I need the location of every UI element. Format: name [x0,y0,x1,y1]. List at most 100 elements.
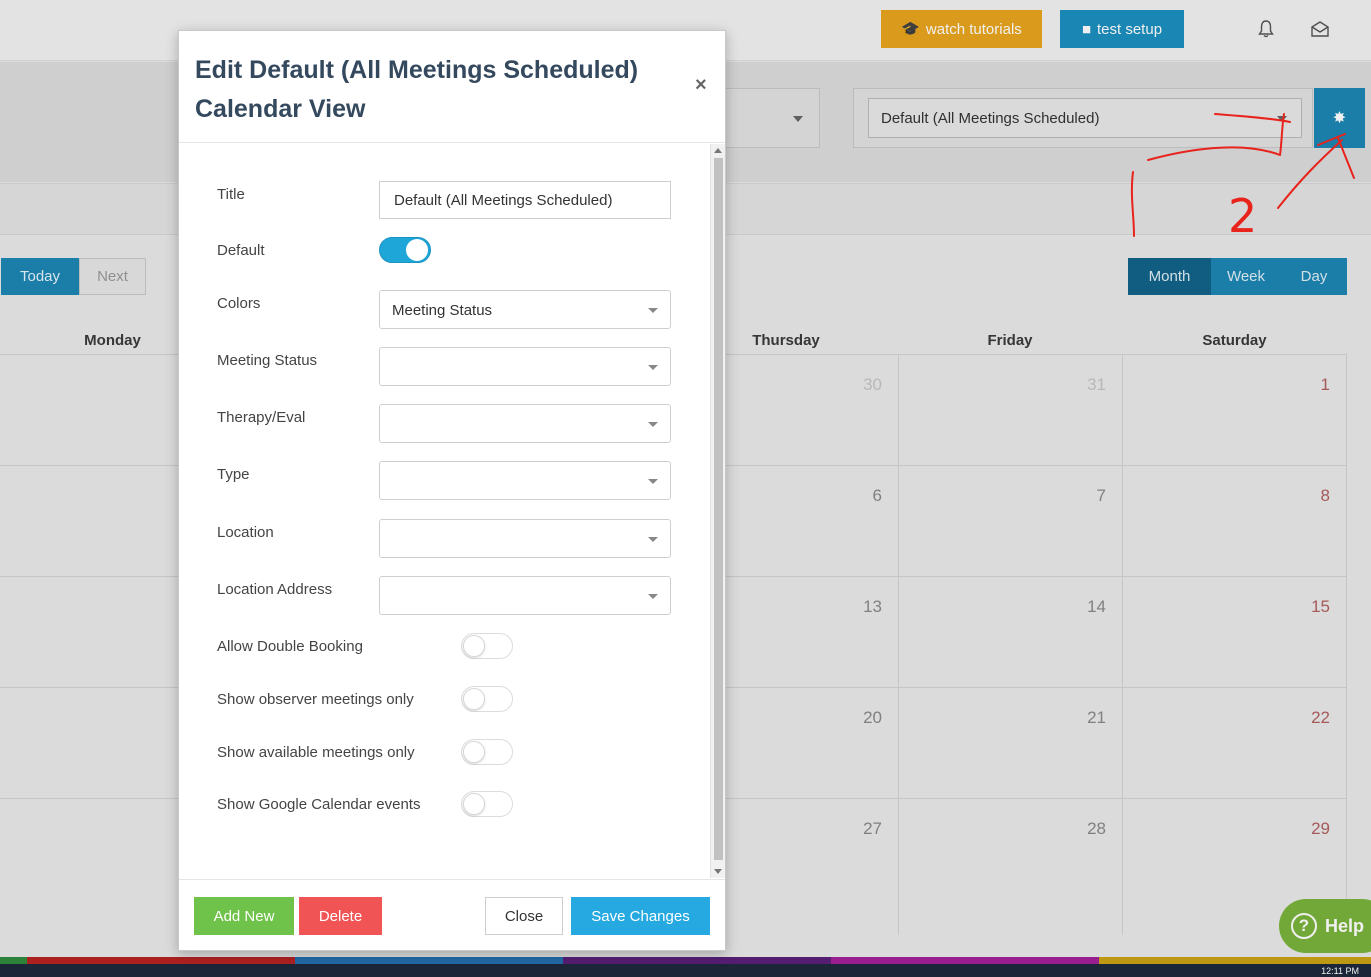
colors-value: Meeting Status [392,302,493,319]
date-number: 7 [1096,486,1106,505]
modal-footer: Add New Delete Close Save Changes [179,879,725,951]
tab-day[interactable]: Day [1281,258,1347,295]
title-input[interactable] [379,181,671,219]
modal-scrollbar[interactable] [710,144,725,878]
toggle-knob [463,741,485,763]
date-number: 20 [863,708,882,727]
day-cell[interactable]: 22 [1122,688,1347,799]
chevron-down-icon [648,422,658,427]
double-booking-label: Allow Double Booking [217,638,363,655]
chevron-down-icon [648,537,658,542]
view-settings-button[interactable]: ✸ [1314,88,1365,148]
therapy-eval-select[interactable] [379,404,671,443]
calendar-view-value: Default (All Meetings Scheduled) [881,110,1100,127]
envelope-icon[interactable] [1310,18,1330,40]
scroll-down-icon[interactable] [714,869,722,874]
day-cell[interactable]: 8 [1122,466,1347,577]
chevron-down-icon [648,365,658,370]
question-mark-icon: ? [1291,913,1317,939]
location-select[interactable] [379,519,671,558]
date-number: 31 [1087,375,1106,394]
clock: 12:11 PM [1321,966,1359,976]
color-legend-strip [0,957,1371,964]
calendar-view-select[interactable]: Default (All Meetings Scheduled) [868,98,1302,138]
location-address-select[interactable] [379,576,671,615]
bell-icon[interactable] [1256,18,1276,40]
next-button[interactable]: Next [79,258,146,295]
scroll-thumb[interactable] [714,158,723,860]
add-new-button[interactable]: Add New [194,897,294,935]
date-number: 22 [1311,708,1330,727]
chevron-down-icon [648,308,658,313]
test-setup-button[interactable]: ■ test setup [1060,10,1184,48]
colors-label: Colors [217,295,261,312]
date-number: 8 [1320,486,1330,505]
toggle-knob [463,793,485,815]
day-cell[interactable]: 21 [898,688,1122,799]
meeting-status-select[interactable] [379,347,671,386]
view-tabs: Month Week Day [1128,258,1347,295]
video-camera-icon: ■ [1081,20,1091,38]
day-cell[interactable]: 31 [898,355,1122,466]
date-number: 27 [863,819,882,838]
day-cell[interactable]: 14 [898,577,1122,688]
date-number: 28 [1087,819,1106,838]
day-cell[interactable]: 1 [1122,355,1347,466]
day-cell[interactable]: 28 [898,799,1122,935]
type-label: Type [217,466,250,483]
double-booking-toggle[interactable] [461,633,513,659]
close-button[interactable]: Close [485,897,563,935]
available-meetings-label: Show available meetings only [217,744,415,761]
chevron-down-icon [793,116,803,122]
date-number: 13 [863,597,882,616]
test-setup-label: test setup [1097,20,1163,38]
date-number: 15 [1311,597,1330,616]
toggle-knob [463,635,485,657]
graduation-cap-icon: 🎓 [901,21,920,38]
chevron-down-icon [1277,116,1287,122]
google-calendar-label: Show Google Calendar events [217,796,421,813]
day-header-friday: Friday [987,331,1033,349]
default-label: Default [217,242,265,259]
date-number: 30 [863,375,882,394]
meeting-status-label: Meeting Status [217,352,318,369]
title-label: Title [217,186,245,203]
type-select[interactable] [379,461,671,500]
gear-icon: ✸ [1332,110,1347,127]
date-number: 14 [1087,597,1106,616]
available-meetings-toggle[interactable] [461,739,513,765]
help-button[interactable]: ? Help [1279,899,1371,953]
watch-tutorials-button[interactable]: 🎓 watch tutorials [881,10,1042,48]
day-header-saturday: Saturday [1202,331,1267,349]
therapy-eval-label: Therapy/Eval [217,409,306,426]
save-changes-button[interactable]: Save Changes [571,897,710,935]
chevron-down-icon [648,479,658,484]
date-number: 29 [1311,819,1330,838]
today-button[interactable]: Today [1,258,79,295]
modal-body: Title Default Colors Meeting Status Meet… [179,144,725,878]
day-cell[interactable]: 15 [1122,577,1347,688]
date-number: 6 [872,486,882,505]
observer-meetings-toggle[interactable] [461,686,513,712]
day-cell[interactable]: 7 [898,466,1122,577]
date-number: 21 [1087,708,1106,727]
modal-header: Edit Default (All Meetings Scheduled) Ca… [179,31,725,143]
date-number: 1 [1320,375,1330,394]
modal-title: Edit Default (All Meetings Scheduled) Ca… [195,56,639,123]
scroll-up-icon[interactable] [714,148,722,153]
delete-button[interactable]: Delete [299,897,382,935]
chevron-down-icon [648,594,658,599]
close-icon[interactable]: × [695,74,707,97]
location-label: Location [217,524,274,541]
help-label: Help [1325,915,1365,936]
location-address-label: Location Address [217,581,333,598]
colors-select[interactable]: Meeting Status [379,290,671,329]
toggle-knob [463,688,485,710]
google-calendar-toggle[interactable] [461,791,513,817]
tab-month[interactable]: Month [1128,258,1211,295]
observer-meetings-label: Show observer meetings only [217,691,414,708]
tab-week[interactable]: Week [1211,258,1281,295]
default-toggle[interactable] [379,237,431,263]
watch-tutorials-label: watch tutorials [925,20,1022,38]
edit-calendar-view-modal: Edit Default (All Meetings Scheduled) Ca… [178,30,726,951]
